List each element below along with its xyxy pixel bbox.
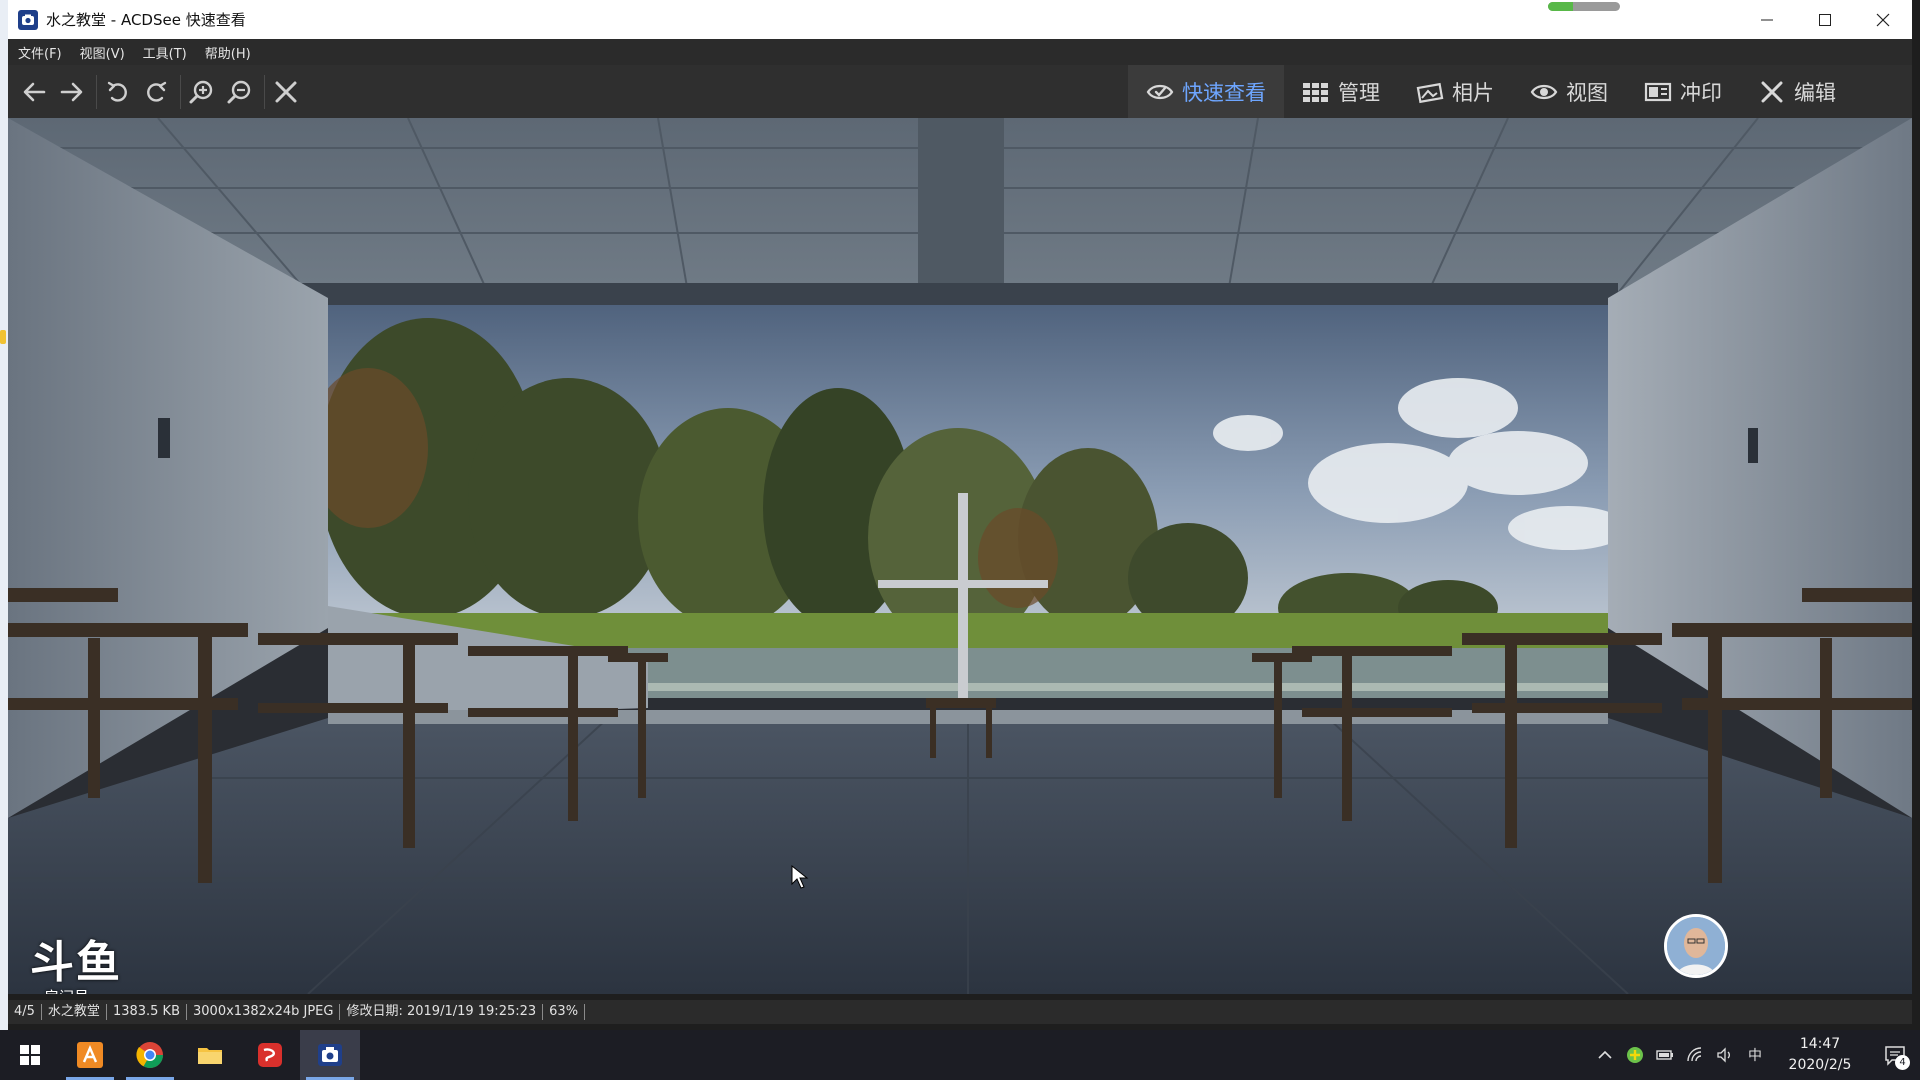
toolbar-separator	[180, 75, 181, 109]
tab-label: 快速查看	[1182, 80, 1266, 105]
status-filesize: 1383.5 KB	[107, 1004, 188, 1020]
rotate-left-button[interactable]	[102, 76, 134, 108]
maximize-button[interactable]	[1796, 0, 1854, 39]
tray-wifi[interactable]	[1680, 1030, 1710, 1080]
chrome-icon	[136, 1042, 164, 1069]
close-x-icon	[275, 81, 297, 103]
taskbar-chrome[interactable]	[120, 1030, 180, 1080]
person-avatar-icon	[1667, 917, 1725, 975]
notification-count-badge: 4	[1895, 1055, 1910, 1070]
tray-app-green[interactable]	[1620, 1030, 1650, 1080]
mode-tabs: 快速查看 管理 相片 视图 冲印 编辑	[1128, 65, 1854, 118]
tab-photos[interactable]: 相片	[1398, 65, 1512, 118]
toolbar-separator	[96, 75, 97, 109]
douyu-logo: 斗鱼	[30, 937, 122, 988]
app-orange-icon	[77, 1042, 103, 1068]
menu-tools[interactable]: 工具(T)	[135, 43, 195, 62]
desktop-edge-right	[1912, 0, 1920, 1030]
progress-indicator	[1548, 2, 1620, 11]
douyu-watermark: 斗鱼 房间号 6668742	[30, 937, 150, 995]
wifi-icon	[1687, 1047, 1702, 1062]
close-icon	[1876, 13, 1890, 26]
zoom-in-button[interactable]	[186, 76, 218, 108]
green-plus-icon	[1627, 1047, 1643, 1063]
chevron-up-icon	[1598, 1050, 1612, 1059]
tab-manage[interactable]: 管理	[1284, 65, 1398, 118]
file-explorer-icon	[198, 1048, 222, 1064]
progress-fill	[1548, 2, 1574, 11]
status-modified-date: 修改日期: 2019/1/19 19:25:23	[340, 1004, 544, 1020]
forward-arrow-icon	[60, 82, 83, 102]
desktop-edge-left	[0, 0, 8, 1030]
taskbar-wps[interactable]	[240, 1030, 300, 1080]
clock-time: 14:47	[1799, 1036, 1841, 1052]
desktop-edge-marker	[0, 330, 6, 344]
tab-edit[interactable]: 编辑	[1740, 65, 1854, 118]
taskbar: 中 14:47 2020/2/5 4	[0, 1030, 1920, 1080]
zoom-out-icon	[227, 80, 251, 104]
rotate-right-icon	[147, 81, 167, 102]
streamer-avatar	[1664, 914, 1728, 978]
close-image-button[interactable]	[270, 76, 302, 108]
tab-label: 视图	[1566, 80, 1608, 105]
notification-center-button[interactable]: 4	[1870, 1030, 1920, 1080]
develop-icon	[1644, 82, 1672, 101]
system-tray: 中 14:47 2020/2/5 4	[1590, 1030, 1920, 1080]
tab-label: 相片	[1452, 80, 1494, 105]
taskbar-app-orange[interactable]	[60, 1030, 120, 1080]
menu-help[interactable]: 帮助(H)	[197, 43, 259, 62]
rotate-left-icon	[107, 81, 127, 102]
back-button[interactable]	[18, 76, 50, 108]
status-filename: 水之教堂	[42, 1004, 107, 1020]
acdsee-app-icon	[18, 9, 38, 30]
church-of-the-water-photo	[8, 118, 1912, 994]
acdsee-icon	[318, 1044, 342, 1066]
tab-label: 编辑	[1794, 80, 1836, 105]
menu-view[interactable]: 视图(V)	[72, 43, 133, 62]
tab-view[interactable]: 视图	[1512, 65, 1626, 118]
taskbar-clock[interactable]: 14:47 2020/2/5	[1770, 1034, 1870, 1076]
toolbar: 快速查看 管理 相片 视图 冲印 编辑	[8, 65, 1912, 119]
tab-develop[interactable]: 冲印	[1626, 65, 1740, 118]
status-index: 4/5	[8, 1004, 42, 1020]
photo-icon	[1416, 82, 1444, 103]
tray-expand-button[interactable]	[1590, 1030, 1620, 1080]
tab-quick-view[interactable]: 快速查看	[1128, 65, 1284, 118]
eye-icon	[1530, 84, 1558, 99]
back-arrow-icon	[23, 82, 46, 102]
tray-volume[interactable]	[1710, 1030, 1740, 1080]
title-bar[interactable]: 水之教堂 - ACDSee 快速查看	[8, 0, 1912, 39]
status-dimensions: 3000x1382x24b JPEG	[187, 1004, 341, 1020]
image-viewer[interactable]: 斗鱼 房间号 6668742	[8, 118, 1912, 994]
wps-icon	[258, 1043, 282, 1067]
battery-icon	[1656, 1050, 1673, 1060]
toolbar-separator	[264, 75, 265, 109]
taskbar-acdsee[interactable]	[300, 1030, 360, 1080]
tab-label: 冲印	[1680, 80, 1722, 105]
start-button[interactable]	[0, 1030, 60, 1080]
tray-battery[interactable]	[1650, 1030, 1680, 1080]
maximize-icon	[1819, 13, 1831, 26]
minimize-icon	[1761, 19, 1773, 20]
status-bar: 4/5 水之教堂 1383.5 KB 3000x1382x24b JPEG 修改…	[8, 1000, 1912, 1024]
taskbar-file-explorer[interactable]	[180, 1030, 240, 1080]
zoom-out-button[interactable]	[224, 76, 256, 108]
edit-tools-icon	[1761, 81, 1783, 102]
window-title: 水之教堂 - ACDSee 快速查看	[46, 11, 246, 29]
zoom-in-icon	[189, 80, 213, 104]
close-button[interactable]	[1854, 0, 1912, 39]
status-zoom[interactable]: 63%	[543, 1004, 586, 1020]
clock-date: 2020/2/5	[1788, 1057, 1852, 1073]
rotate-right-button[interactable]	[140, 76, 172, 108]
eye-check-icon	[1146, 84, 1174, 99]
forward-button[interactable]	[56, 76, 88, 108]
tab-label: 管理	[1338, 80, 1380, 105]
menu-file[interactable]: 文件(F)	[10, 43, 70, 62]
minimize-button[interactable]	[1738, 0, 1796, 39]
menu-bar: 文件(F) 视图(V) 工具(T) 帮助(H)	[8, 39, 1912, 65]
tray-ime[interactable]: 中	[1740, 1030, 1770, 1080]
grid-icon	[1303, 82, 1328, 102]
windows-start-icon	[20, 1045, 40, 1065]
speaker-icon	[1717, 1047, 1730, 1063]
